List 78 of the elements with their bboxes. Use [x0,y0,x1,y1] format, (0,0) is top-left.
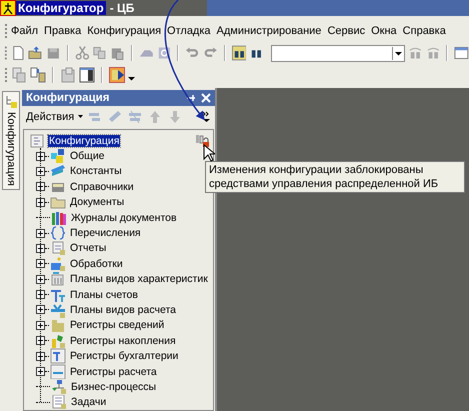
toolbar-grip-icon[interactable] [4,23,8,39]
tree-item[interactable]: Обработки [70,258,123,270]
caret-icon[interactable] [78,115,84,120]
menu-item[interactable]: Файл [8,25,42,37]
window-subtitle: - ЦБ [108,1,134,15]
open-folder-icon[interactable] [28,45,44,61]
pin-icon[interactable] [186,92,196,103]
expand-box-icon[interactable] [36,320,45,330]
tree-item[interactable]: Регистры накопления [70,334,176,347]
form-window-icon[interactable] [79,67,95,83]
report-icon [50,240,66,256]
app-logo-icon [0,0,16,16]
tree-item[interactable]: Константы [70,165,122,178]
expand-box-icon[interactable] [36,228,45,238]
expand-box-icon[interactable] [36,367,45,376]
expand-box-icon[interactable] [36,305,45,314]
expand-box-icon[interactable] [36,182,45,192]
mouse-pointer-icon [203,144,215,162]
panel-title: Конфигурация [26,92,110,104]
run-icon[interactable] [109,67,125,83]
expand-box-icon[interactable] [36,259,45,268]
task-list-icon [51,394,67,410]
menu-item[interactable]: Окна [368,25,400,37]
window-icon[interactable] [454,45,469,61]
overflow-chevron-icon[interactable] [202,111,211,124]
toolbar-grip-icon[interactable] [4,67,8,83]
tree-item[interactable]: Регистры сведений [70,319,164,332]
braces-icon [50,225,66,241]
compare-files-icon[interactable] [30,67,46,83]
tree-item[interactable]: Конфигурация [48,134,120,147]
cubes-icon [50,148,66,164]
tree-item[interactable]: Отчеты [70,242,106,254]
tree-item[interactable]: Бизнес-процессы [71,380,156,393]
calculation-icon [50,302,66,318]
tree-item[interactable]: Регистры бухгалтерии [70,350,178,362]
toolbar-grip-icon[interactable] [4,45,8,61]
expand-box-icon[interactable] [36,352,45,361]
expand-box-icon[interactable] [36,198,45,207]
expand-box-icon[interactable] [36,152,45,161]
side-tab[interactable]: Конфигурация [2,91,20,190]
tree-config-icon [5,95,17,109]
menu-item[interactable]: Отладка [164,25,214,37]
folder-icon [50,194,66,210]
expand-box-icon[interactable] [36,244,45,253]
menu-item[interactable]: Сервис [324,25,368,37]
menu-item[interactable]: Правка [41,25,84,37]
register-icon [50,318,66,334]
menu-item[interactable]: Администрирование [214,25,324,37]
tree-item[interactable]: Регистры расчета [70,366,157,378]
expand-box-icon[interactable] [36,290,45,300]
window-title: Конфигуратор [16,1,106,15]
tree-item[interactable]: Планы счетов [70,288,138,301]
tooltip: Изменения конфигурации заблокированы средствами управления распределенной ИБ [205,161,465,193]
expand-box-icon[interactable] [36,166,45,176]
tree-item[interactable]: Документы [70,196,124,208]
chart-table-icon [50,271,66,287]
menu-item[interactable]: Справка [400,25,449,37]
dropdown-arrow-icon[interactable] [392,46,404,60]
tree-item[interactable]: Планы видов расчета [70,304,176,316]
close-icon[interactable] [200,92,212,104]
tree-item[interactable]: Планы видов характеристик [70,273,208,286]
calculation-register-icon [50,364,66,380]
new-document-icon[interactable] [10,45,26,61]
books-icon [51,210,67,226]
tree-item[interactable]: Справочники [70,180,134,193]
expand-box-icon[interactable] [36,336,45,346]
accounting-icon [50,348,66,364]
accumulation-icon [50,333,66,348]
tree-item[interactable]: Журналы документов [71,212,177,224]
workflow-icon [51,379,67,395]
actions-menu-button[interactable]: Действия [26,111,74,124]
menu-item[interactable]: Конфигурация [84,25,164,37]
tree-item[interactable]: Общие [70,150,105,162]
tree-item[interactable]: Перечисления [70,227,141,239]
expand-box-icon[interactable] [36,274,45,284]
search-combo-field[interactable] [270,44,405,62]
tree-item[interactable]: Задачи [71,396,106,408]
processing-icon [50,256,66,272]
